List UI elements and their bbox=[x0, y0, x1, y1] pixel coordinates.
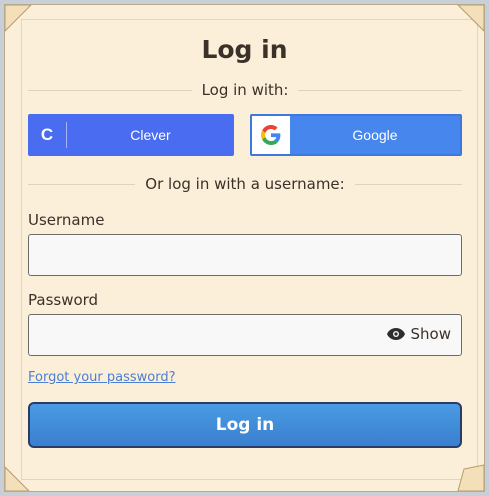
username-input[interactable] bbox=[28, 234, 462, 276]
clever-label: Clever bbox=[130, 127, 171, 143]
password-label: Password bbox=[28, 291, 99, 309]
username-label: Username bbox=[28, 211, 105, 229]
divider-line bbox=[28, 89, 192, 91]
divider-line bbox=[28, 183, 136, 185]
eye-icon bbox=[386, 328, 405, 340]
username-divider: Or log in with a username: bbox=[28, 174, 463, 194]
sso-heading: Log in with: bbox=[201, 81, 289, 99]
password-input[interactable]: Show bbox=[28, 314, 462, 356]
page-title: Log in bbox=[201, 35, 288, 64]
show-password-toggle[interactable]: Show bbox=[386, 325, 451, 343]
clever-login-button[interactable]: C Clever bbox=[28, 114, 234, 156]
forgot-password-link[interactable]: Forgot your password? bbox=[28, 370, 176, 385]
google-login-button[interactable]: Google bbox=[250, 114, 462, 156]
clever-logo-icon: C bbox=[28, 122, 67, 148]
corner-ornament-icon bbox=[5, 466, 30, 491]
corner-ornament-icon bbox=[457, 5, 484, 32]
sso-divider: Log in with: bbox=[28, 80, 463, 100]
login-submit-button[interactable]: Log in bbox=[28, 402, 462, 448]
show-password-label: Show bbox=[410, 325, 451, 343]
google-label: Google bbox=[352, 127, 398, 143]
divider-line bbox=[298, 89, 463, 91]
corner-ornament-icon bbox=[5, 5, 32, 32]
alt-login-heading: Or log in with a username: bbox=[145, 175, 345, 193]
google-logo-icon bbox=[252, 116, 290, 154]
corner-ornament-icon bbox=[457, 464, 484, 491]
divider-line bbox=[354, 183, 463, 185]
